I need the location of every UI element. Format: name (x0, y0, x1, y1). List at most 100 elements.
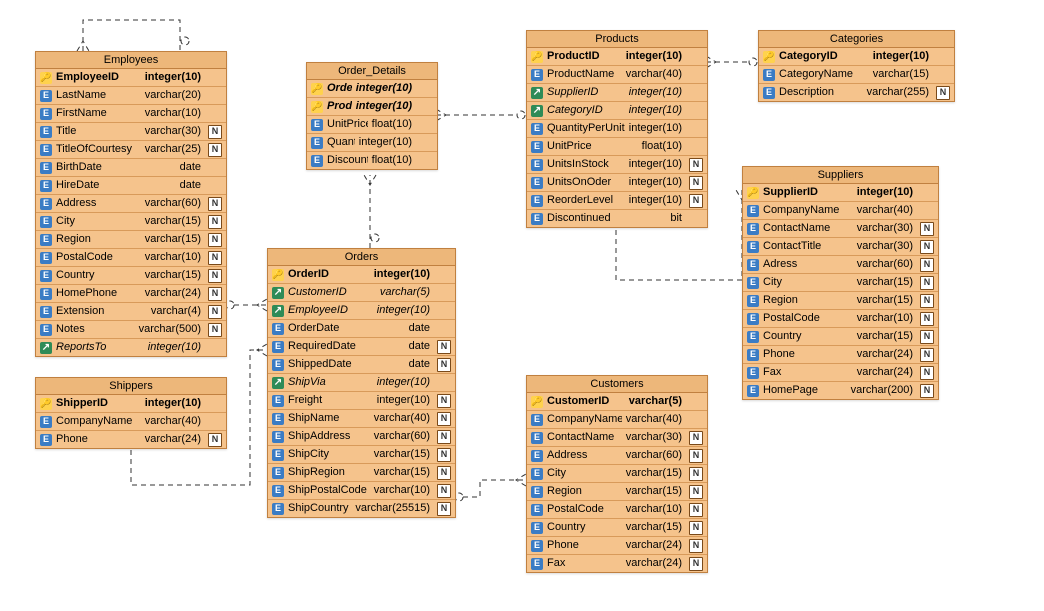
column-row[interactable]: ↗EmployeeIDinteger(10)N (268, 302, 455, 320)
column-row[interactable]: 🔑EmployeeIDinteger(10)N (36, 69, 226, 87)
column-row[interactable]: EShipNamevarchar(40)N (268, 410, 455, 428)
column-row[interactable]: ↗CategoryIDinteger(10)N (527, 102, 707, 120)
nullable-badge: N (920, 366, 934, 380)
entity-title: Categories (759, 31, 954, 48)
column-row[interactable]: ERegionvarchar(15)N (743, 292, 938, 310)
column-row[interactable]: EUnitsInStockinteger(10)N (527, 156, 707, 174)
column-row[interactable]: EContactNamevarchar(30)N (527, 429, 707, 447)
column-row[interactable]: 🔑OrderIDinteger(10)N (307, 80, 437, 98)
column-row[interactable]: ECityvarchar(15)N (36, 213, 226, 231)
field-icon: E (40, 180, 52, 192)
column-row[interactable]: ↗ShipViainteger(10)N (268, 374, 455, 392)
column-row[interactable]: ECompanyNamevarchar(40)N (36, 413, 226, 431)
column-row[interactable]: EPhonevarchar(24)N (36, 431, 226, 448)
column-type: integer(10) (148, 339, 201, 356)
column-row[interactable]: EHireDatedateN (36, 177, 226, 195)
column-row[interactable]: ETitlevarchar(30)N (36, 123, 226, 141)
nullable-badge: N (920, 222, 934, 236)
column-row[interactable]: EExtensionvarchar(4)N (36, 303, 226, 321)
column-name: QuantityPerUnit (547, 120, 625, 137)
column-name: BirthDate (56, 159, 176, 176)
nullable-badge: N (689, 158, 703, 172)
entity-shippers[interactable]: Shippers🔑ShipperIDinteger(10)NECompanyNa… (35, 377, 227, 449)
column-row[interactable]: EPhonevarchar(24)N (527, 537, 707, 555)
column-row[interactable]: 🔑ProductIDinteger(10)N (307, 98, 437, 116)
column-type: date (409, 338, 430, 355)
column-row[interactable]: ECityvarchar(15)N (743, 274, 938, 292)
column-row[interactable]: EProductNamevarchar(40)N (527, 66, 707, 84)
column-row[interactable]: EDiscountfloat(10)N (307, 152, 437, 169)
column-row[interactable]: ECompanyNamevarchar(40)N (743, 202, 938, 220)
column-row[interactable]: 🔑ShipperIDinteger(10)N (36, 395, 226, 413)
entity-employees[interactable]: Employees🔑EmployeeIDinteger(10)NELastNam… (35, 51, 227, 357)
column-row[interactable]: 🔑CategoryIDinteger(10)N (759, 48, 954, 66)
column-row[interactable]: EShipRegionvarchar(15)N (268, 464, 455, 482)
column-row[interactable]: EFaxvarchar(24)N (527, 555, 707, 572)
column-row[interactable]: EHomePagevarchar(200)N (743, 382, 938, 399)
column-type: integer(10) (145, 395, 201, 412)
column-type: integer(10) (374, 266, 430, 283)
column-row[interactable]: EUnitPricefloat(10)N (307, 116, 437, 134)
column-row[interactable]: ERegionvarchar(15)N (527, 483, 707, 501)
column-row[interactable]: ECategoryNamevarchar(15)N (759, 66, 954, 84)
column-row[interactable]: 🔑OrderIDinteger(10)N (268, 266, 455, 284)
entity-orders[interactable]: Orders🔑OrderIDinteger(10)N↗CustomerIDvar… (267, 248, 456, 518)
entity-products[interactable]: Products🔑ProductIDinteger(10)NEProductNa… (526, 30, 708, 228)
column-row[interactable]: EQuantityPerUnitinteger(10)N (527, 120, 707, 138)
column-row[interactable]: EPostalCodevarchar(10)N (36, 249, 226, 267)
column-row[interactable]: EUnitsOnOderinteger(10)N (527, 174, 707, 192)
column-row[interactable]: ↗ReportsTointeger(10)N (36, 339, 226, 356)
column-row[interactable]: 🔑SupplierIDinteger(10)N (743, 184, 938, 202)
column-row[interactable]: EHomePhonevarchar(24)N (36, 285, 226, 303)
column-row[interactable]: EDescriptionvarchar(255)N (759, 84, 954, 101)
column-row[interactable]: ELastNamevarchar(20)N (36, 87, 226, 105)
column-row[interactable]: ECountryvarchar(15)N (36, 267, 226, 285)
column-row[interactable]: EShippedDatedateN (268, 356, 455, 374)
column-row[interactable]: EFaxvarchar(24)N (743, 364, 938, 382)
column-row[interactable]: ECityvarchar(15)N (527, 465, 707, 483)
fk-icon: ↗ (531, 87, 543, 99)
column-row[interactable]: EShipCountryvarchar(25515)N (268, 500, 455, 517)
entity-customers[interactable]: Customers🔑CustomerIDvarchar(5)NECompanyN… (526, 375, 708, 573)
field-icon: E (40, 234, 52, 246)
column-row[interactable]: ECountryvarchar(15)N (527, 519, 707, 537)
column-row[interactable]: EShipCityvarchar(15)N (268, 446, 455, 464)
field-icon: E (272, 485, 284, 497)
column-row[interactable]: EPostalCodevarchar(10)N (527, 501, 707, 519)
nullable-badge: N (437, 448, 451, 462)
column-row[interactable]: EPhonevarchar(24)N (743, 346, 938, 364)
column-row[interactable]: ERequiredDatedateN (268, 338, 455, 356)
column-row[interactable]: EShipPostalCodevarchar(10)N (268, 482, 455, 500)
column-row[interactable]: EDiscontinuedbitN (527, 210, 707, 227)
column-row[interactable]: ERegionvarchar(15)N (36, 231, 226, 249)
column-row[interactable]: EShipAddressvarchar(60)N (268, 428, 455, 446)
column-row[interactable]: EPostalCodevarchar(10)N (743, 310, 938, 328)
column-row[interactable]: EFreightinteger(10)N (268, 392, 455, 410)
column-row[interactable]: 🔑CustomerIDvarchar(5)N (527, 393, 707, 411)
entity-order_details[interactable]: Order_Details🔑OrderIDinteger(10)N🔑Produc… (306, 62, 438, 170)
column-row[interactable]: EUnitPricefloat(10)N (527, 138, 707, 156)
column-row[interactable]: 🔑ProductIDinteger(10)N (527, 48, 707, 66)
column-row[interactable]: EContactTitlevarchar(30)N (743, 238, 938, 256)
column-type: integer(10) (873, 48, 929, 65)
column-row[interactable]: EAddressvarchar(60)N (36, 195, 226, 213)
column-row[interactable]: ECountryvarchar(15)N (743, 328, 938, 346)
entity-categories[interactable]: Categories🔑CategoryIDinteger(10)NECatego… (758, 30, 955, 102)
column-row[interactable]: EBirthDatedateN (36, 159, 226, 177)
column-row[interactable]: ↗CustomerIDvarchar(5)N (268, 284, 455, 302)
column-row[interactable]: ↗SupplierIDinteger(10)N (527, 84, 707, 102)
field-icon: E (747, 259, 759, 271)
nullable-badge: N (689, 539, 703, 553)
column-row[interactable]: EFirstNamevarchar(10)N (36, 105, 226, 123)
entity-suppliers[interactable]: Suppliers🔑SupplierIDinteger(10)NECompany… (742, 166, 939, 400)
column-row[interactable]: ENotesvarchar(500)N (36, 321, 226, 339)
column-row[interactable]: ETitleOfCourtesyvarchar(25)N (36, 141, 226, 159)
column-row[interactable]: EAdressvarchar(60)N (743, 256, 938, 274)
column-row[interactable]: EAddressvarchar(60)N (527, 447, 707, 465)
column-row[interactable]: EContactNamevarchar(30)N (743, 220, 938, 238)
field-icon: E (40, 108, 52, 120)
column-row[interactable]: ECompanyNamevarchar(40)N (527, 411, 707, 429)
column-row[interactable]: EQuantityinteger(10)N (307, 134, 437, 152)
column-row[interactable]: EReorderLevelinteger(10)N (527, 192, 707, 210)
column-row[interactable]: EOrderDatedateN (268, 320, 455, 338)
